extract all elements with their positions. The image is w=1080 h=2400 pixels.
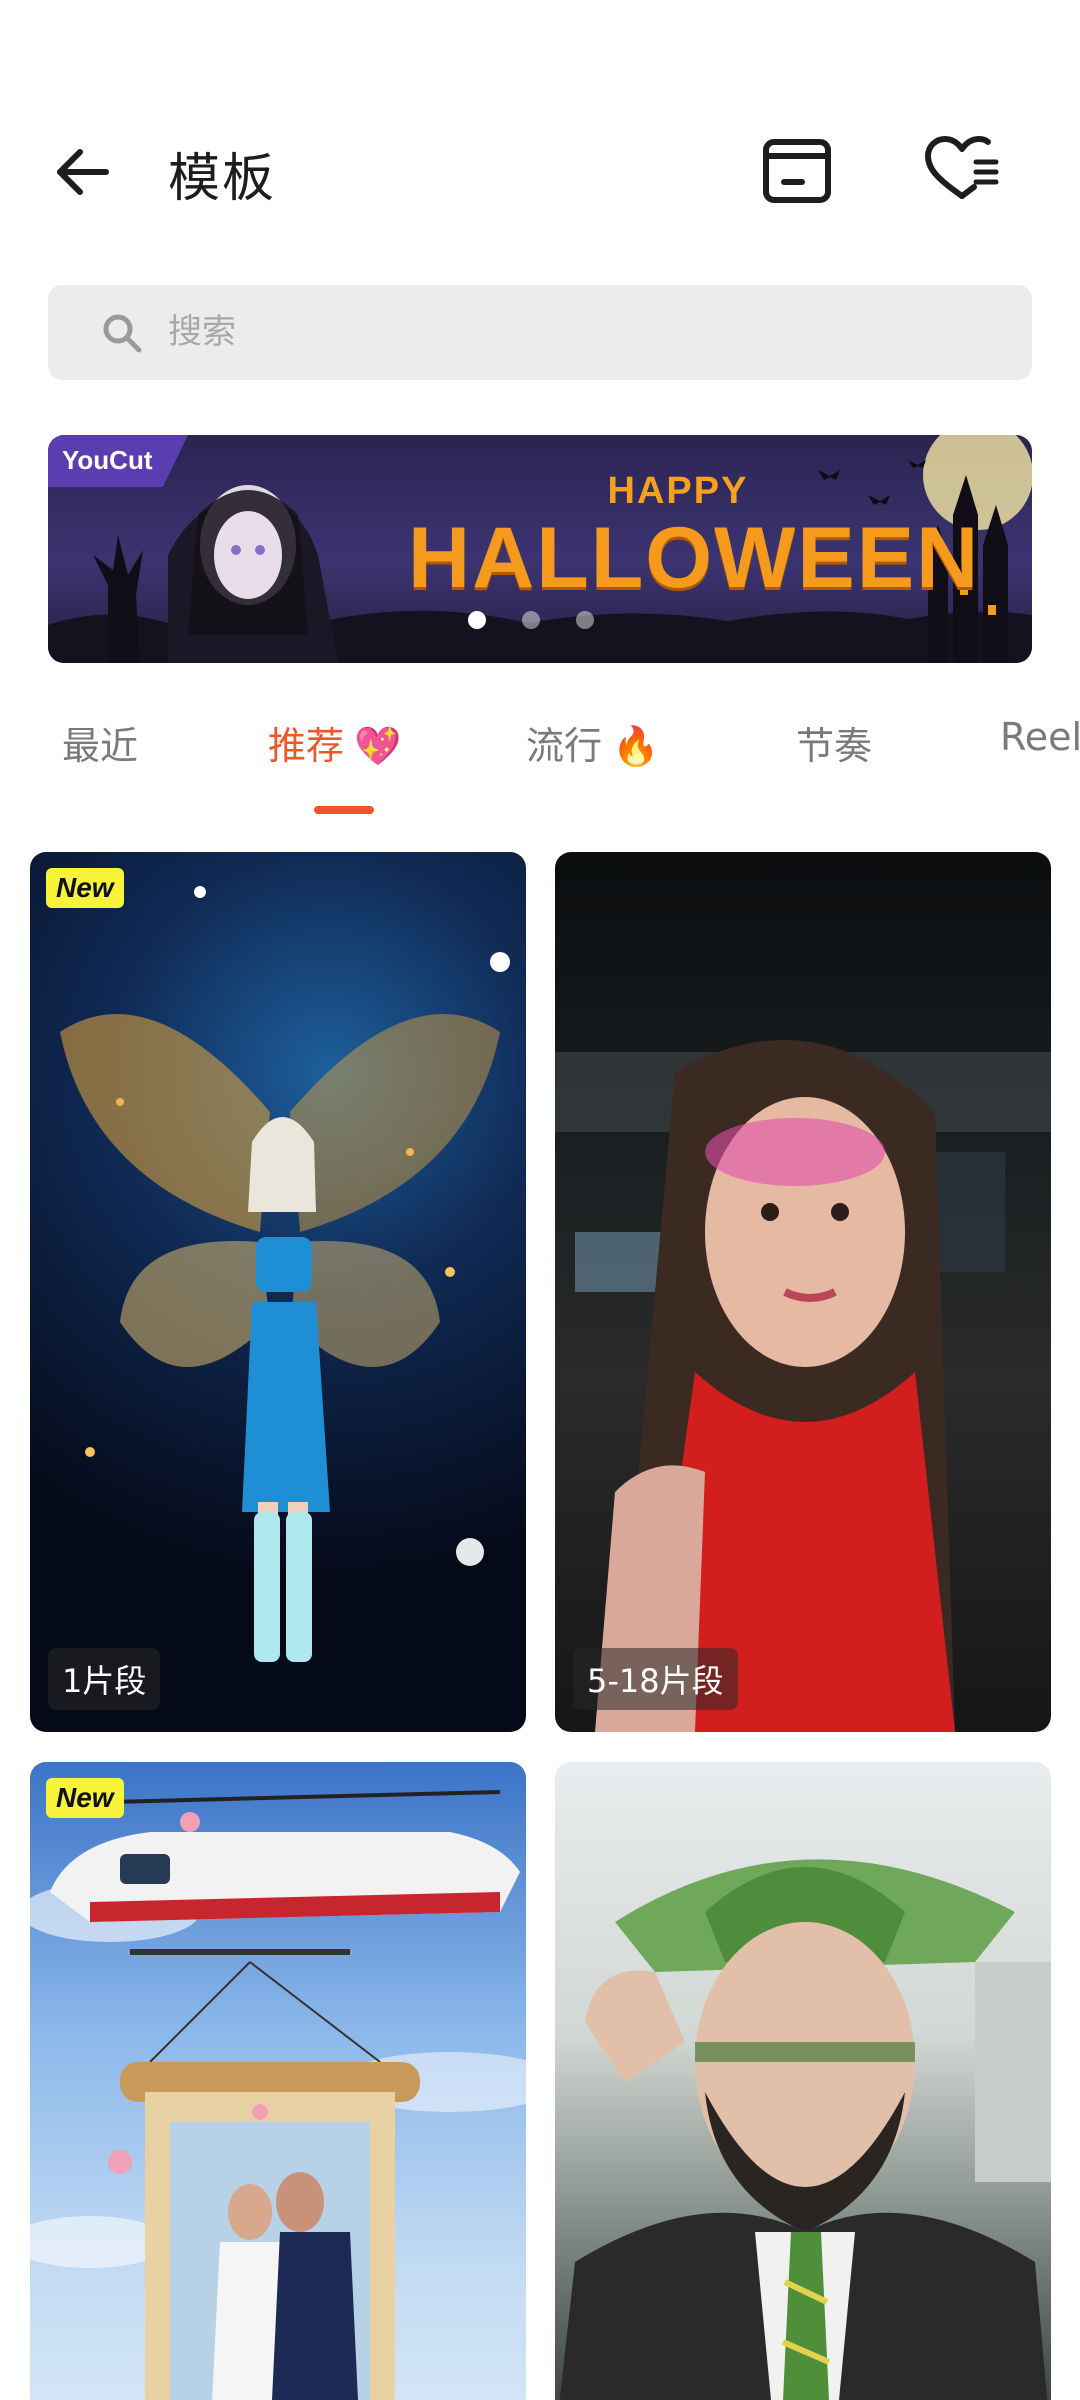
new-badge: New — [46, 1778, 124, 1818]
banner-line-1: HAPPY — [607, 470, 749, 512]
template-thumbnail — [60, 886, 510, 1662]
tab-label: 最近 — [62, 724, 139, 768]
page-title: 模板 — [168, 149, 277, 209]
banner-headline: HAPPY HALLOWEEN — [408, 470, 981, 606]
carousel-indicator — [468, 605, 608, 635]
heart-list-icon — [925, 136, 999, 199]
tab-label: Reel — [1000, 715, 1080, 759]
carousel-dot[interactable] — [522, 611, 540, 629]
carousel-dot[interactable] — [576, 611, 594, 629]
drafts-button[interactable] — [758, 130, 838, 210]
active-tab-indicator — [314, 806, 374, 814]
search-bar[interactable] — [48, 285, 1032, 380]
tab-label: 推荐 — [268, 724, 345, 768]
template-card[interactable]: New 1片段 — [30, 852, 526, 1732]
tab-label: 流行 — [526, 724, 603, 768]
template-card[interactable]: 5-18片段 — [555, 852, 1051, 1732]
tab-beat[interactable]: 节奏 — [796, 715, 872, 770]
banner-line-2: HALLOWEEN — [408, 510, 981, 606]
tab-trending[interactable]: 流行 🔥 — [526, 715, 659, 770]
sparkling-heart-icon: 💖 — [354, 724, 402, 768]
back-button[interactable] — [48, 142, 118, 202]
arrow-left-icon — [57, 149, 109, 195]
drafts-box-icon — [763, 139, 831, 203]
fire-icon: 🔥 — [612, 724, 660, 768]
template-thumbnail — [30, 1790, 526, 2400]
segment-count: 1片段 — [48, 1648, 161, 1710]
templates-screen: 模板 搜索 YouCut HAPPY HALLOWEEN 最近 推荐 💖 流行 … — [0, 0, 1080, 2400]
template-thumbnail — [559, 1859, 1051, 2400]
tab-recommended[interactable]: 推荐 💖 — [268, 715, 401, 770]
carousel-dot[interactable] — [468, 611, 486, 629]
template-card[interactable] — [555, 1762, 1051, 2400]
search-icon — [103, 314, 142, 353]
segment-count: 5-18片段 — [573, 1648, 738, 1710]
favorites-button[interactable] — [922, 130, 1002, 210]
top-bar: 模板 — [0, 120, 1080, 220]
promo-banner[interactable]: YouCut HAPPY HALLOWEEN — [48, 435, 1032, 663]
tab-reel[interactable]: Reel — [1000, 715, 1080, 759]
new-badge: New — [46, 868, 124, 908]
tab-recent[interactable]: 最近 — [62, 715, 138, 770]
template-thumbnail — [555, 1040, 1051, 1732]
category-tabs: 最近 推荐 💖 流行 🔥 节奏 Reel — [0, 700, 1080, 820]
tab-label: 节奏 — [796, 724, 873, 768]
template-card[interactable]: New — [30, 1762, 526, 2400]
search-input[interactable] — [168, 299, 988, 365]
